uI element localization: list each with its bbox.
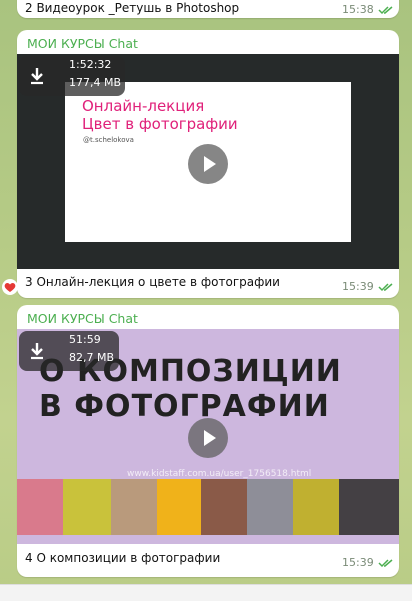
photo-strip (17, 479, 399, 535)
slide-handle: @t.schelokova (83, 136, 134, 144)
video-size: 177,4 MB (69, 76, 122, 89)
message-bubble[interactable]: МОИ КУРСЫ Chat О КОМПОЗИЦИИ В ФОТОГРАФИИ… (17, 305, 399, 577)
sender-name[interactable]: МОИ КУРСЫ Chat (27, 36, 138, 51)
message-bubble-top[interactable]: 2 Видеоурок _Ретушь в Photoshop 15:38 (17, 0, 399, 18)
message-time: 15:38 (342, 3, 374, 16)
photo-thumb (63, 479, 111, 535)
sender-name[interactable]: МОИ КУРСЫ Chat (27, 311, 138, 326)
double-check-icon (378, 283, 393, 292)
double-check-icon (378, 6, 393, 15)
photo-thumb (17, 479, 63, 535)
photo-thumb (157, 479, 201, 535)
play-button[interactable] (188, 144, 228, 184)
video-duration: 51:59 (69, 333, 101, 346)
watermark: www.kidstaff.com.ua/user_1756518.html (127, 469, 312, 479)
slide-title: В ФОТОГРАФИИ (39, 389, 330, 424)
message-caption: 4 О композиции в фотографии (25, 551, 221, 565)
video-thumbnail[interactable]: О КОМПОЗИЦИИ В ФОТОГРАФИИ www.kidstaff.c… (17, 329, 399, 544)
photo-thumb (293, 479, 339, 535)
download-badge[interactable]: 51:59 82,7 MB (19, 331, 119, 371)
slide-title: Онлайн-лекция (82, 97, 205, 115)
play-button[interactable] (188, 418, 228, 458)
message-caption: 3 Онлайн-лекция о цвете в фотографии (25, 275, 280, 289)
heart-reaction[interactable] (2, 279, 18, 295)
video-thumbnail[interactable]: Онлайн-лекция Цвет в фотографии @t.schel… (17, 54, 399, 269)
message-time: 15:39 (342, 280, 374, 293)
video-duration: 1:52:32 (69, 58, 112, 71)
photo-thumb (339, 479, 399, 535)
double-check-icon (378, 559, 393, 568)
play-icon (204, 156, 216, 172)
slide-title: Цвет в фотографии (82, 115, 238, 133)
download-icon[interactable] (26, 65, 48, 87)
message-time: 15:39 (342, 556, 374, 569)
play-icon (204, 430, 216, 446)
photo-thumb (111, 479, 157, 535)
message-bubble[interactable]: МОИ КУРСЫ Chat Онлайн-лекция Цвет в фото… (17, 30, 399, 298)
download-icon[interactable] (26, 340, 48, 362)
photo-thumb (247, 479, 293, 535)
bottom-input-bar[interactable] (0, 584, 412, 601)
download-badge[interactable]: 1:52:32 177,4 MB (19, 56, 125, 96)
heart-reaction-icon (4, 283, 16, 292)
photo-thumb (201, 479, 247, 535)
message-caption: 2 Видеоурок _Ретушь в Photoshop (25, 1, 240, 15)
video-size: 82,7 MB (69, 351, 115, 364)
